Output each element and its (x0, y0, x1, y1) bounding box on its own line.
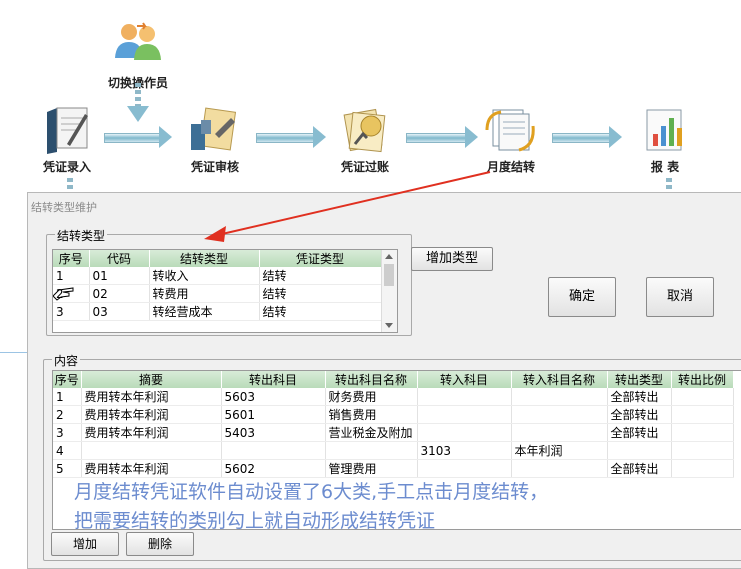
annotation-arrow (204, 171, 491, 242)
annotation-caption-line-1: 月度结转凭证软件自动设置了6大类,手工点击月度结转， (74, 481, 549, 503)
annotation-caption-line-2: 把需要结转的类别勾上就自动形成结转凭证 (74, 510, 436, 532)
